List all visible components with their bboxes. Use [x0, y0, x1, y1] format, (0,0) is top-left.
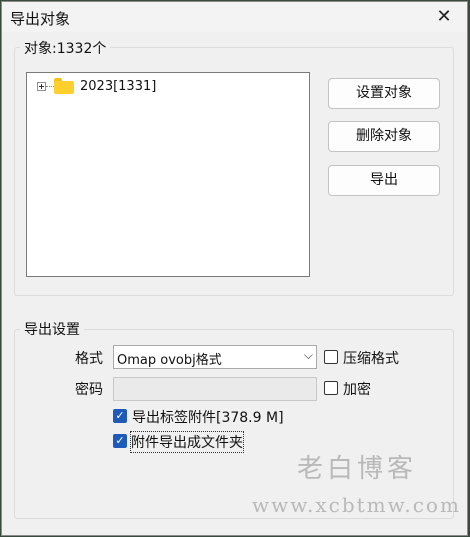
expand-icon[interactable] [37, 82, 46, 91]
title-bar: 导出对象 ✕ [2, 2, 467, 32]
set-objects-button[interactable]: 设置对象 [328, 78, 440, 109]
format-select[interactable]: Omap ovobj格式 ⌵ [113, 345, 317, 369]
watermark-title: 老白博客 [297, 454, 418, 484]
tree-connector [46, 86, 54, 87]
encrypt-checkbox[interactable] [324, 381, 338, 395]
format-select-value: Omap ovobj格式 [117, 353, 222, 368]
attachments-as-folder-checkbox[interactable]: ✓ [113, 434, 127, 448]
objects-tree[interactable]: 2023[1331] [26, 72, 310, 277]
folder-icon [54, 78, 74, 94]
password-field[interactable] [113, 377, 317, 401]
tree-item-label[interactable]: 2023[1331] [80, 79, 156, 94]
password-label: 密码 [75, 382, 103, 398]
close-icon[interactable]: ✕ [431, 5, 457, 29]
export-attachments-label[interactable]: 导出标签附件[378.9 M] [132, 407, 284, 427]
attachments-as-folder-label[interactable]: 附件导出成文件夹 [130, 431, 244, 453]
watermark-url: www.xcbtmw.com [252, 493, 461, 517]
objects-group-label: 对象:1332个 [20, 38, 111, 58]
export-button[interactable]: 导出 [328, 165, 440, 196]
chevron-down-icon: ⌵ [303, 348, 313, 362]
format-label: 格式 [75, 351, 103, 367]
delete-objects-button[interactable]: 删除对象 [328, 121, 440, 152]
export-settings-label: 导出设置 [20, 319, 84, 339]
export-attachments-checkbox[interactable]: ✓ [113, 409, 127, 423]
encrypt-label[interactable]: 加密 [343, 379, 371, 399]
compress-label[interactable]: 压缩格式 [343, 348, 399, 368]
compress-checkbox[interactable] [324, 350, 338, 364]
dialog-title: 导出对象 [10, 10, 71, 28]
